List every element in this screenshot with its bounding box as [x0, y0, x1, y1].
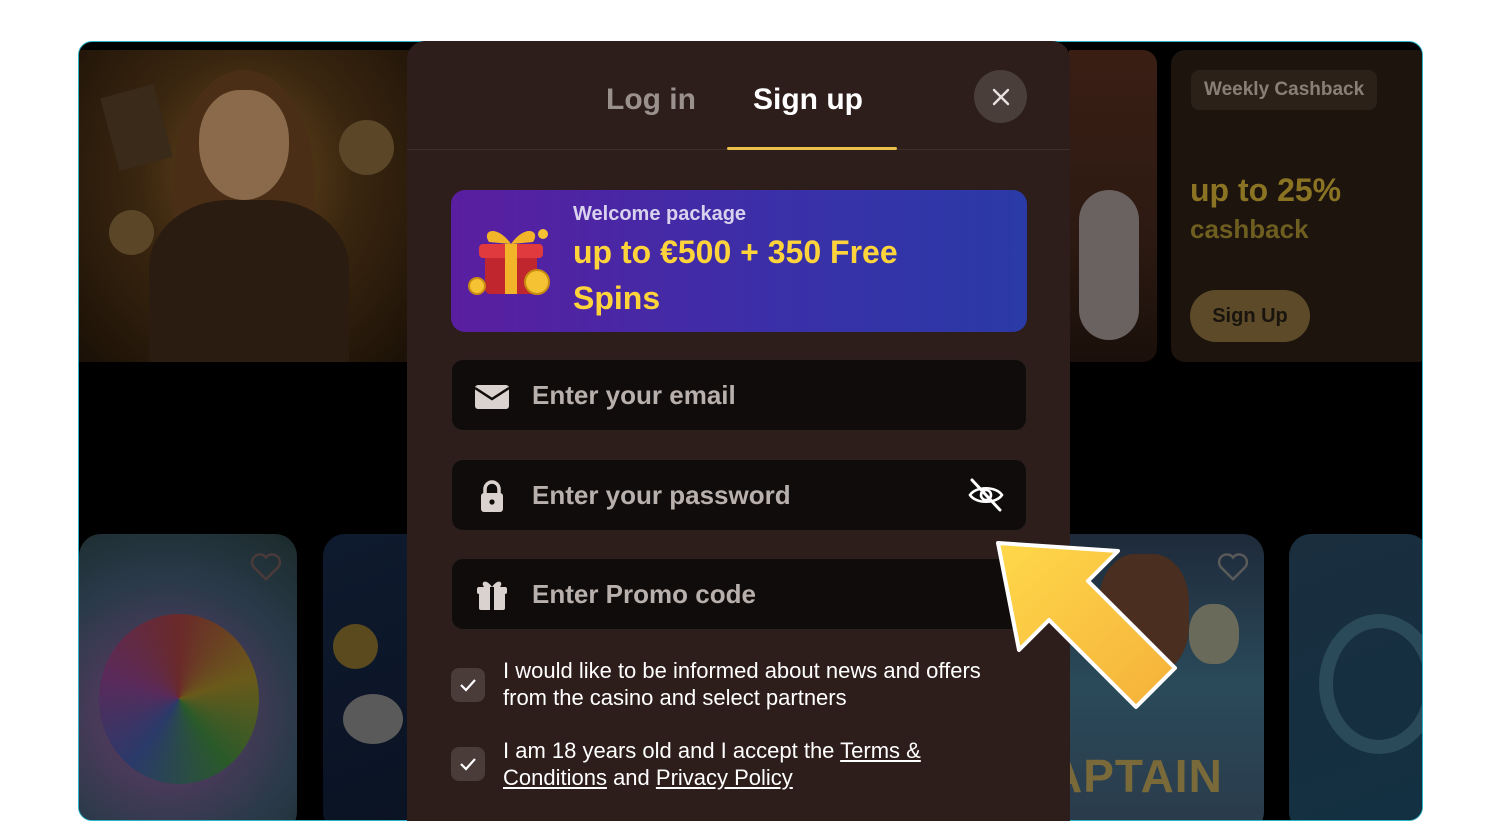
cashback-card: Weekly Cashback up to 25% cashback Sign …: [1171, 50, 1422, 362]
game-artwork: [1189, 604, 1239, 664]
welcome-package-banner: Welcome package up to €500 + 350 Free Sp…: [451, 190, 1027, 332]
tab-signup[interactable]: Sign up: [753, 83, 863, 117]
game-artwork: [99, 614, 259, 784]
banner-figure: [1079, 190, 1139, 340]
banner-coin: [109, 210, 154, 255]
banner-body: [149, 200, 349, 362]
cashback-amount: up to 25%: [1190, 172, 1342, 208]
terms-mid: and: [606, 765, 656, 790]
terms-checkbox[interactable]: [451, 747, 485, 781]
privacy-policy-link[interactable]: Privacy Policy: [656, 765, 793, 790]
password-field: [451, 459, 1027, 531]
promo-code-field: [451, 558, 1027, 630]
active-tab-indicator: [727, 147, 897, 150]
pointer-arrow-icon: [996, 541, 1177, 709]
envelope-icon: [474, 385, 510, 409]
banner-card: [100, 84, 173, 171]
auth-tabs: Log in Sign up: [407, 41, 1070, 150]
promo-banner-left[interactable]: [79, 50, 414, 362]
email-input[interactable]: [532, 360, 952, 430]
gift-box-icon: [468, 229, 550, 295]
checkmark-icon: [460, 679, 476, 692]
favorite-heart-icon[interactable]: [249, 552, 283, 582]
banner-coin: [339, 120, 394, 175]
game-artwork: [343, 694, 403, 744]
cashback-subtitle: cashback: [1190, 214, 1309, 244]
promo-code-input[interactable]: [532, 559, 952, 629]
close-icon: [992, 88, 1009, 105]
game-tile-candy[interactable]: [79, 534, 297, 820]
lock-icon: [481, 480, 503, 512]
newsletter-checkbox[interactable]: [451, 668, 485, 702]
cashback-badge: Weekly Cashback: [1191, 70, 1378, 110]
game-artwork: [1319, 614, 1422, 754]
terms-label: I am 18 years old and I accept the Terms…: [503, 737, 1023, 791]
cashback-signup-button[interactable]: Sign Up: [1190, 290, 1310, 342]
terms-prefix: I am 18 years old and I accept the: [503, 738, 841, 763]
gift-icon: [477, 581, 507, 610]
banner-face: [199, 90, 289, 200]
checkmark-icon: [460, 758, 476, 771]
eye-slash-icon[interactable]: [966, 475, 1006, 515]
game-title: APTAIN: [1049, 750, 1223, 802]
game-artwork: [333, 624, 378, 669]
promo-title: up to €500 + 350 Free Spins: [573, 234, 898, 316]
password-input[interactable]: [532, 460, 952, 530]
signup-modal: Log in Sign up Welcome package up to €50…: [407, 41, 1070, 821]
game-tile-orb[interactable]: [1289, 534, 1422, 820]
email-field: [451, 359, 1027, 431]
favorite-heart-icon[interactable]: [1216, 552, 1250, 582]
close-button[interactable]: [974, 70, 1027, 123]
tab-login[interactable]: Log in: [606, 83, 696, 117]
promo-label: Welcome package: [573, 203, 747, 225]
promo-banner-mid[interactable]: [1069, 50, 1157, 362]
newsletter-label: I would like to be informed about news a…: [503, 658, 981, 710]
